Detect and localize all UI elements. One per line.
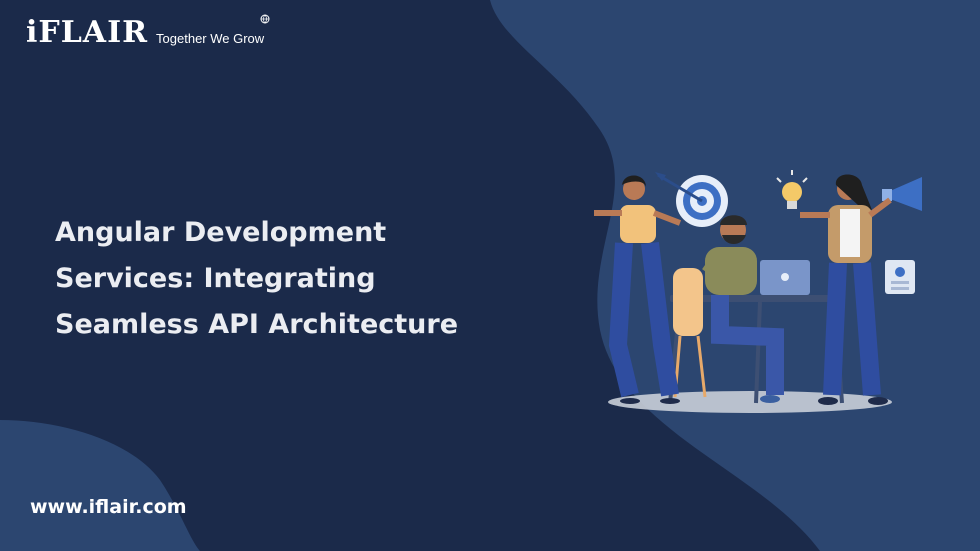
brand-tagline: Together We Grow <box>156 31 265 46</box>
title-line-1: Angular Development <box>55 217 387 248</box>
lightbulb-icon <box>776 170 808 209</box>
floor-shadow <box>608 391 892 413</box>
logo-wordmark: iFLAIR <box>26 15 149 50</box>
megaphone-icon <box>882 177 922 211</box>
woman-left <box>594 175 682 404</box>
brand-logo[interactable]: iFLAIR Together We Grow <box>26 14 270 50</box>
laptop-icon <box>760 260 810 295</box>
profile-card-icon <box>885 260 915 294</box>
woman-right <box>800 174 892 405</box>
globe-icon <box>260 14 270 24</box>
banner: iFLAIR Together We Grow Angular Developm… <box>0 0 980 551</box>
title-line-3: Seamless API Architecture <box>55 309 459 340</box>
page-title: Angular Development Services: Integratin… <box>55 210 525 348</box>
chair <box>673 268 707 398</box>
title-line-2: Services: Integrating <box>55 263 376 294</box>
team-collaboration-illustration <box>594 170 922 413</box>
seated-man <box>702 215 784 403</box>
website-link[interactable]: www.iflair.com <box>30 496 187 518</box>
